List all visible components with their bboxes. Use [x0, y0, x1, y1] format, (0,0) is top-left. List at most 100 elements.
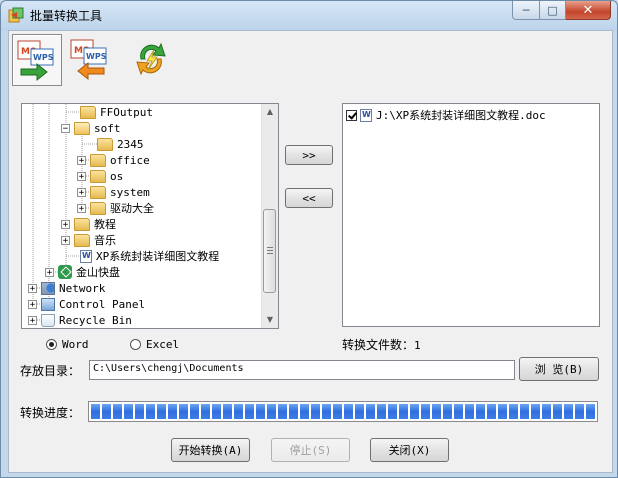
tree-item-ffoutput[interactable]: FFOutput: [80, 104, 153, 120]
progress-segment: [201, 404, 210, 419]
control-panel-icon: [41, 297, 55, 311]
expand-toggle-icon[interactable]: +: [28, 299, 37, 309]
expand-toggle-icon[interactable]: +: [61, 219, 70, 229]
expand-toggle-icon[interactable]: +: [77, 203, 86, 213]
progress-segment: [245, 404, 254, 419]
progress-segment: [432, 404, 441, 419]
title-bar[interactable]: 批量转换工具 ─ □ ✕: [1, 1, 617, 29]
tree-item-music[interactable]: + 音乐: [61, 232, 116, 248]
maximize-button[interactable]: □: [540, 1, 566, 20]
expand-toggle-icon[interactable]: +: [77, 155, 86, 165]
progress-segment: [157, 404, 166, 419]
progress-segment: [586, 404, 595, 419]
progress-segment: [509, 404, 518, 419]
tree-item-network[interactable]: + Network: [28, 280, 105, 296]
tree-item-label: 音乐: [94, 234, 116, 247]
tree-item-label: FFOutput: [100, 105, 153, 119]
start-convert-button[interactable]: 开始转换(A): [171, 438, 250, 462]
progress-segment: [366, 404, 375, 419]
tree-item-kuaipan[interactable]: + 金山快盘: [45, 264, 120, 280]
format-word-option[interactable]: Word: [46, 338, 89, 351]
file-checkbox[interactable]: [346, 109, 357, 121]
tree-item-label: Recycle Bin: [59, 313, 132, 327]
scroll-up-arrow-icon[interactable]: ▲: [262, 104, 278, 120]
tree-item-xp-tutorial-doc[interactable]: XP系统封装详细图文教程: [80, 248, 219, 264]
progress-segment: [476, 404, 485, 419]
progress-segment: [531, 404, 540, 419]
progress-segment: [388, 404, 397, 419]
close-window-button[interactable]: ✕: [566, 1, 611, 20]
progress-label: 转换进度：: [20, 406, 81, 420]
tree-item-label: Control Panel: [59, 297, 146, 311]
file-list-item[interactable]: J:\XP系统封装详细图文教程.doc: [346, 107, 546, 123]
close-button[interactable]: 关闭(X): [370, 438, 449, 462]
expand-toggle-icon[interactable]: +: [61, 235, 70, 245]
excel-radio[interactable]: [130, 339, 141, 350]
kuaipan-drive-icon: [58, 265, 72, 279]
wps-to-ms-bottom-text: WPS: [86, 52, 107, 61]
expand-toggle-icon[interactable]: +: [77, 171, 86, 181]
window-title: 批量转换工具: [30, 9, 103, 23]
ms-to-wps-button[interactable]: MS WPS: [12, 34, 62, 86]
remove-files-label: <<: [302, 191, 316, 205]
progress-segment: [520, 404, 529, 419]
progress-segment: [300, 404, 309, 419]
progress-segment: [179, 404, 188, 419]
tree-item-label: system: [110, 185, 150, 199]
tree-item-recycle-bin[interactable]: + Recycle Bin: [28, 312, 132, 328]
tree-item-soft[interactable]: − soft: [61, 120, 121, 136]
thumb-grip-line: [267, 253, 273, 254]
expand-toggle-icon[interactable]: +: [45, 267, 54, 277]
stop-label: 停止(S): [289, 444, 332, 457]
tree-item-system[interactable]: + system: [77, 184, 150, 200]
tree-scrollbar[interactable]: ▲ ▼: [261, 104, 278, 328]
tree-item-tutorial[interactable]: + 教程: [61, 216, 116, 232]
remove-files-button[interactable]: <<: [285, 188, 333, 208]
progress-segment: [146, 404, 155, 419]
expand-toggle-icon[interactable]: +: [28, 283, 37, 293]
minimize-button[interactable]: ─: [512, 1, 540, 20]
save-dir-input[interactable]: C:\Users\chengj\Documents: [89, 360, 515, 380]
folder-tree[interactable]: FFOutput − soft 2345 + office + os + sys…: [21, 103, 279, 329]
scroll-down-arrow-icon[interactable]: ▼: [262, 312, 278, 328]
folder-icon: [97, 137, 113, 151]
ms-to-wps-bottom-text: WPS: [33, 53, 54, 62]
tree-item-2345[interactable]: 2345: [97, 136, 144, 152]
wps-to-ms-icon: MS WPS: [70, 39, 107, 81]
tree-item-label: 金山快盘: [76, 266, 120, 279]
tree-item-drivers[interactable]: + 驱动大全: [77, 200, 154, 216]
file-count: 转换文件数：1: [342, 336, 421, 353]
save-dir-label: 存放目录：: [20, 364, 81, 378]
progress-segment: [575, 404, 584, 419]
folder-icon: [74, 217, 90, 231]
tree-item-office[interactable]: + office: [77, 152, 150, 168]
window-controls: ─ □ ✕: [512, 1, 611, 21]
progress-segment: [377, 404, 386, 419]
collapse-toggle-icon[interactable]: −: [61, 123, 70, 133]
tree-item-label: office: [110, 153, 150, 167]
stop-button[interactable]: 停止(S): [271, 438, 350, 462]
progress-segment: [256, 404, 265, 419]
browse-button[interactable]: 浏 览(B): [519, 357, 599, 381]
word-doc-icon: [80, 249, 92, 263]
folder-icon: [74, 233, 90, 247]
tree-item-control-panel[interactable]: + Control Panel: [28, 296, 145, 312]
selected-files-list[interactable]: J:\XP系统封装详细图文教程.doc: [342, 103, 600, 327]
tree-item-os[interactable]: + os: [77, 168, 123, 184]
add-files-button[interactable]: >>: [285, 145, 333, 165]
word-radio[interactable]: [46, 339, 57, 350]
expand-toggle-icon[interactable]: +: [77, 187, 86, 197]
convert-refresh-button[interactable]: [127, 34, 175, 84]
progress-segment: [91, 404, 100, 419]
progress-segment: [421, 404, 430, 419]
progress-segment: [553, 404, 562, 419]
wps-to-ms-button[interactable]: MS WPS: [66, 34, 114, 84]
tree-item-label: os: [110, 169, 124, 183]
progress-segment: [135, 404, 144, 419]
progress-segment: [267, 404, 276, 419]
scroll-thumb[interactable]: [263, 209, 276, 293]
expand-toggle-icon[interactable]: +: [28, 315, 37, 325]
progress-segment: [278, 404, 287, 419]
refresh-convert-icon: [136, 42, 166, 76]
format-excel-option[interactable]: Excel: [130, 338, 179, 351]
